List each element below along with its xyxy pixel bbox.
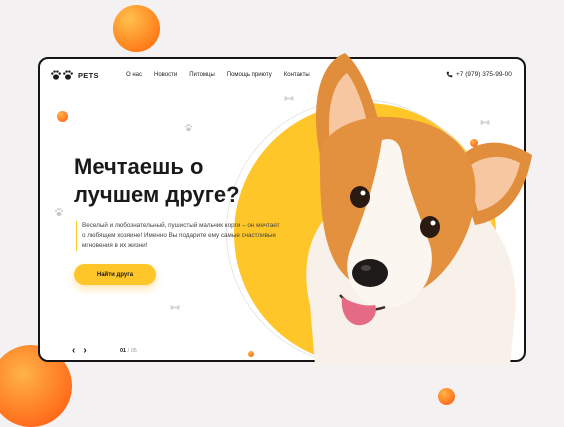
hero-title-line1: Мечтаешь о [74, 154, 204, 179]
slide-counter: 01 / 05 [120, 348, 137, 354]
nav-item-pets[interactable]: Питомцы [189, 72, 215, 78]
decorative-orange-dot [248, 351, 254, 357]
logo[interactable]: PETS [50, 69, 99, 81]
decorative-orange-orb [438, 388, 455, 405]
nav-item-shelter-help[interactable]: Помощь приюту [227, 72, 272, 78]
slide-separator: / [127, 348, 130, 354]
decorative-orange-orb [113, 5, 160, 52]
slider-arrows: ‹ › [72, 346, 87, 356]
brand-name: PETS [78, 70, 99, 80]
paw-icon [55, 208, 63, 216]
slide-total: 05 [130, 348, 137, 354]
decorative-orange-dot [57, 111, 68, 122]
chevron-left-icon[interactable]: ‹ [72, 346, 75, 356]
paw-icon [184, 124, 193, 132]
hero-title-line2: лучшем друге? [74, 182, 240, 207]
hero-title: Мечтаешь о лучшем друге? [74, 153, 284, 209]
bone-icon [170, 305, 180, 310]
paw-prints-icon [51, 70, 73, 80]
chevron-right-icon[interactable]: › [83, 346, 86, 356]
hero-description: Веселый и любознательный, пушистый мальч… [76, 221, 284, 251]
nav-item-about[interactable]: О нас [126, 72, 142, 78]
corgi-dog-photo [306, 53, 532, 365]
find-friend-button[interactable]: Найти друга [74, 264, 156, 285]
slide-current: 01 [120, 348, 127, 354]
nav-item-news[interactable]: Новости [154, 72, 177, 78]
